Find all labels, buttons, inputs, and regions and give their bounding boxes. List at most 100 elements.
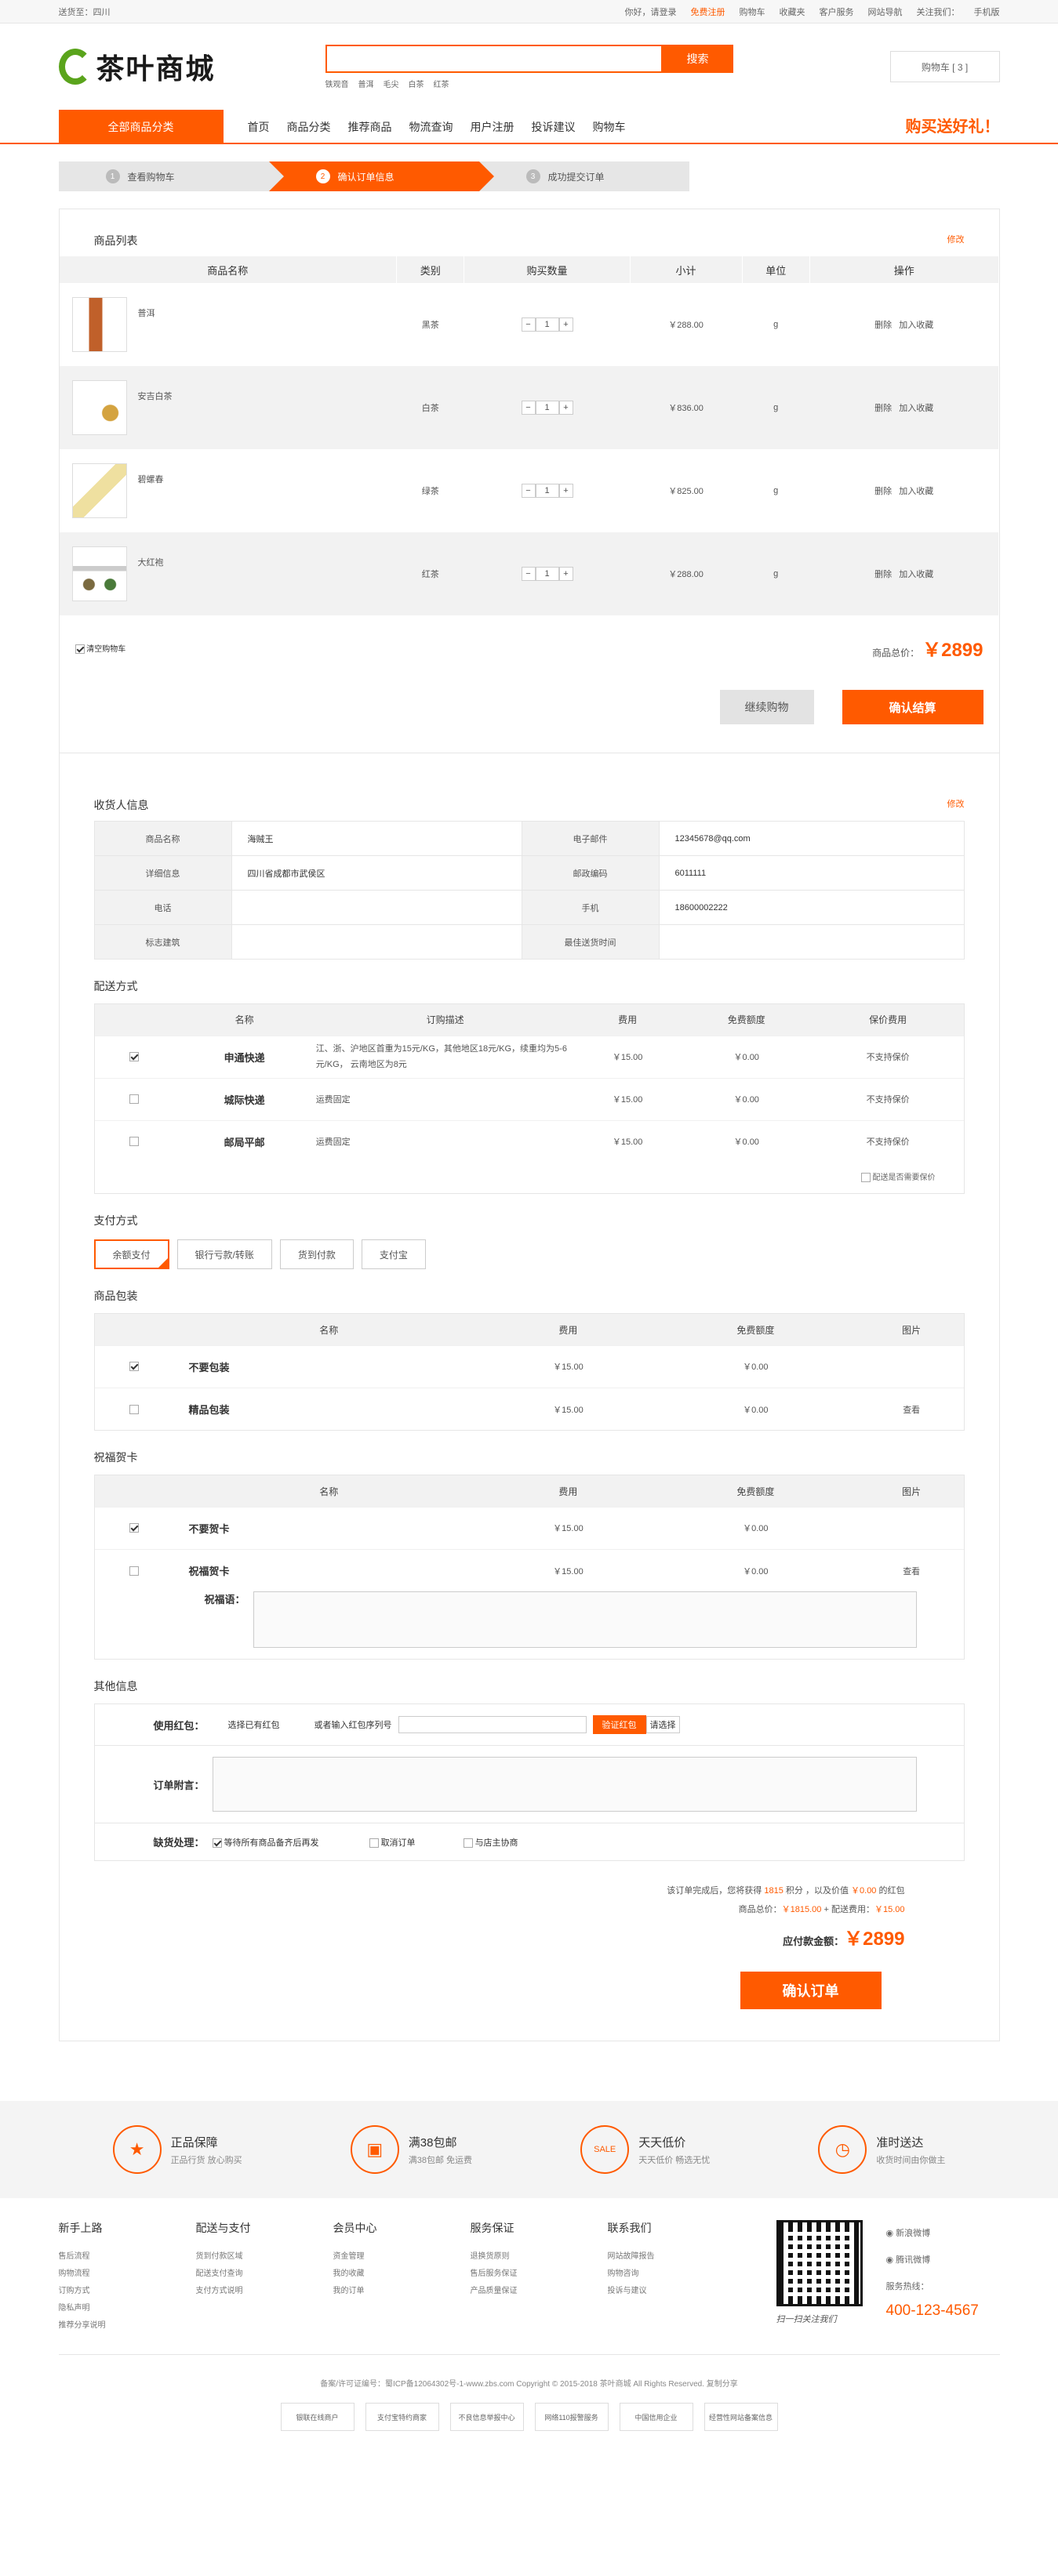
step-confirm-order: 2 确认订单信息 bbox=[268, 161, 494, 191]
confirm-order-button[interactable]: 确认订单 bbox=[740, 1972, 882, 2010]
insure-checkbox[interactable] bbox=[860, 1173, 871, 1183]
product-image[interactable] bbox=[71, 463, 127, 518]
packaging-table: 名称 费用 免费额度 图片 不要包装 ￥15.00 ￥0.00 精品包装 ￥15.00 ￥0.… bbox=[93, 1313, 965, 1431]
minus-button[interactable]: − bbox=[521, 567, 536, 581]
tencent-weibo-link[interactable]: ◉ 腾讯微博 bbox=[886, 2247, 979, 2273]
card-message-input[interactable] bbox=[253, 1591, 917, 1649]
promo-text: 购买送好礼！ bbox=[905, 118, 1000, 136]
pay-balance[interactable]: 余额支付 bbox=[93, 1239, 169, 1270]
favorite-link[interactable]: 加入收藏 bbox=[899, 321, 933, 330]
delete-link[interactable]: 删除 bbox=[874, 321, 892, 330]
favorite-link[interactable]: 加入收藏 bbox=[899, 404, 933, 413]
site-logo[interactable]: 茶叶商城 bbox=[58, 46, 325, 87]
quantity-stepper[interactable]: −1 + bbox=[521, 484, 573, 498]
product-image[interactable] bbox=[71, 546, 127, 601]
receiver-edit-link[interactable]: 修改 bbox=[947, 797, 965, 813]
coupon-select-existing[interactable]: 选择已有红包 bbox=[213, 1718, 314, 1731]
minus-button[interactable]: − bbox=[521, 317, 536, 332]
delete-link[interactable]: 删除 bbox=[874, 404, 892, 413]
product-image[interactable] bbox=[71, 380, 127, 435]
product-name[interactable]: 大红袍 bbox=[138, 556, 164, 568]
clear-cart-label: 清空购物车 bbox=[86, 644, 126, 654]
favorite-link[interactable]: 加入收藏 bbox=[899, 570, 933, 579]
card-radio[interactable] bbox=[129, 1523, 139, 1533]
view-link[interactable]: 查看 bbox=[859, 1387, 964, 1431]
product-name[interactable]: 碧螺春 bbox=[138, 473, 164, 485]
product-image[interactable] bbox=[71, 297, 127, 352]
continue-shopping-button[interactable]: 继续购物 bbox=[719, 690, 814, 724]
coupon-code-input[interactable] bbox=[398, 1716, 587, 1734]
top-link-service[interactable]: 客户服务 bbox=[820, 5, 854, 18]
location-selector[interactable]: 送货至：四川 bbox=[59, 5, 111, 18]
goods-edit-link[interactable]: 修改 bbox=[947, 233, 965, 249]
sale-icon: SALE bbox=[580, 2125, 630, 2175]
quantity-stepper[interactable]: −1 + bbox=[521, 317, 573, 332]
table-row: 安吉白茶 白茶 −1 + ￥836.00 g 删除 加入收藏 bbox=[59, 366, 998, 449]
shipping-radio[interactable] bbox=[129, 1052, 139, 1062]
verify-coupon-button[interactable]: 验证红包 bbox=[592, 1715, 646, 1735]
packaging-title: 商品包装 bbox=[93, 1290, 138, 1303]
product-subtotal: ￥836.00 bbox=[630, 366, 742, 449]
pay-alipay[interactable]: 支付宝 bbox=[361, 1239, 426, 1270]
card-radio[interactable] bbox=[129, 1566, 139, 1576]
table-row: 申通快递 江、浙、沪地区首重为15元/KG，其他地区18元/KG，续重均为5-6元… bbox=[94, 1035, 964, 1078]
stock-option-cancel[interactable] bbox=[369, 1838, 379, 1848]
search-input[interactable] bbox=[325, 44, 663, 73]
hot-keywords: 铁观音 普洱 毛尖 白茶 红茶 bbox=[325, 78, 733, 89]
top-link-sitemap[interactable]: 网站导航 bbox=[868, 5, 903, 18]
nav-home[interactable]: 首页 bbox=[239, 110, 278, 144]
product-subtotal: ￥288.00 bbox=[630, 532, 742, 615]
packaging-radio[interactable] bbox=[129, 1404, 139, 1414]
plus-button[interactable]: + bbox=[558, 484, 573, 498]
mobile-link[interactable]: 手机版 bbox=[974, 5, 1000, 18]
nav-cart[interactable]: 购物车 bbox=[584, 110, 634, 144]
pay-cod[interactable]: 货到付款 bbox=[279, 1239, 354, 1270]
hot-keyword[interactable]: 白茶 bbox=[409, 78, 424, 89]
plus-button[interactable]: + bbox=[558, 401, 573, 415]
nav-register[interactable]: 用户注册 bbox=[462, 110, 523, 144]
product-name[interactable]: 普洱 bbox=[138, 307, 155, 319]
stock-option-wait[interactable] bbox=[212, 1838, 222, 1848]
quantity-stepper[interactable]: −1 + bbox=[521, 401, 573, 415]
table-row: 不要贺卡 ￥15.00 ￥0.00 bbox=[94, 1506, 964, 1550]
top-bar: 送货至：四川 你好，请登录 免费注册 购物车 收藏夹 客户服务 网站导航 关注我… bbox=[0, 0, 1058, 24]
quantity-stepper[interactable]: −1 + bbox=[521, 567, 573, 581]
plus-button[interactable]: + bbox=[558, 567, 573, 581]
minus-button[interactable]: − bbox=[521, 401, 536, 415]
hot-keyword[interactable]: 毛尖 bbox=[384, 78, 399, 89]
cart-button[interactable]: 购物车 [ 3 ] bbox=[889, 51, 1000, 82]
hot-keyword[interactable]: 红茶 bbox=[434, 78, 449, 89]
weibo-link[interactable]: ◉ 新浪微博 bbox=[886, 2220, 979, 2247]
delete-link[interactable]: 删除 bbox=[874, 570, 892, 579]
top-link-cart[interactable]: 购物车 bbox=[740, 5, 765, 18]
shipping-radio[interactable] bbox=[129, 1137, 139, 1147]
nav-logistics[interactable]: 物流查询 bbox=[401, 110, 462, 144]
nav-recommended[interactable]: 推荐商品 bbox=[340, 110, 401, 144]
pay-bank[interactable]: 银行亏款/转账 bbox=[176, 1239, 272, 1270]
delete-link[interactable]: 删除 bbox=[874, 487, 892, 496]
all-categories-button[interactable]: 全部商品分类 bbox=[58, 110, 224, 144]
plus-button[interactable]: + bbox=[558, 317, 573, 332]
checkout-button[interactable]: 确认结算 bbox=[842, 690, 983, 724]
stock-option-negotiate[interactable] bbox=[463, 1838, 473, 1848]
register-link[interactable]: 免费注册 bbox=[691, 5, 725, 18]
packaging-radio[interactable] bbox=[129, 1362, 139, 1372]
payment-options: 余额支付 银行亏款/转账 货到付款 支付宝 bbox=[93, 1239, 965, 1270]
nav-feedback[interactable]: 投诉建议 bbox=[523, 110, 584, 144]
copyright: 备案/许可证编号：蜀ICP备12064302号-1-www.zbs.com Co… bbox=[320, 2380, 738, 2389]
hot-keyword[interactable]: 普洱 bbox=[358, 78, 374, 89]
product-name[interactable]: 安吉白茶 bbox=[138, 390, 173, 402]
nav-categories[interactable]: 商品分类 bbox=[278, 110, 340, 144]
shipping-radio[interactable] bbox=[129, 1094, 139, 1105]
minus-button[interactable]: − bbox=[521, 484, 536, 498]
clear-cart-checkbox[interactable] bbox=[75, 644, 85, 655]
favorite-link[interactable]: 加入收藏 bbox=[899, 487, 933, 496]
top-link-favorites[interactable]: 收藏夹 bbox=[780, 5, 805, 18]
checkout-steps: 1 查看购物车 2 确认订单信息 3 成功提交订单 bbox=[58, 161, 1000, 191]
view-link[interactable]: 查看 bbox=[859, 1548, 964, 1592]
order-note-input[interactable] bbox=[212, 1757, 917, 1812]
search-button[interactable]: 搜索 bbox=[662, 44, 733, 73]
login-link[interactable]: 你好，请登录 bbox=[625, 5, 677, 18]
coupon-dropdown[interactable]: 请选择 bbox=[645, 1716, 680, 1734]
hot-keyword[interactable]: 铁观音 bbox=[325, 78, 349, 89]
